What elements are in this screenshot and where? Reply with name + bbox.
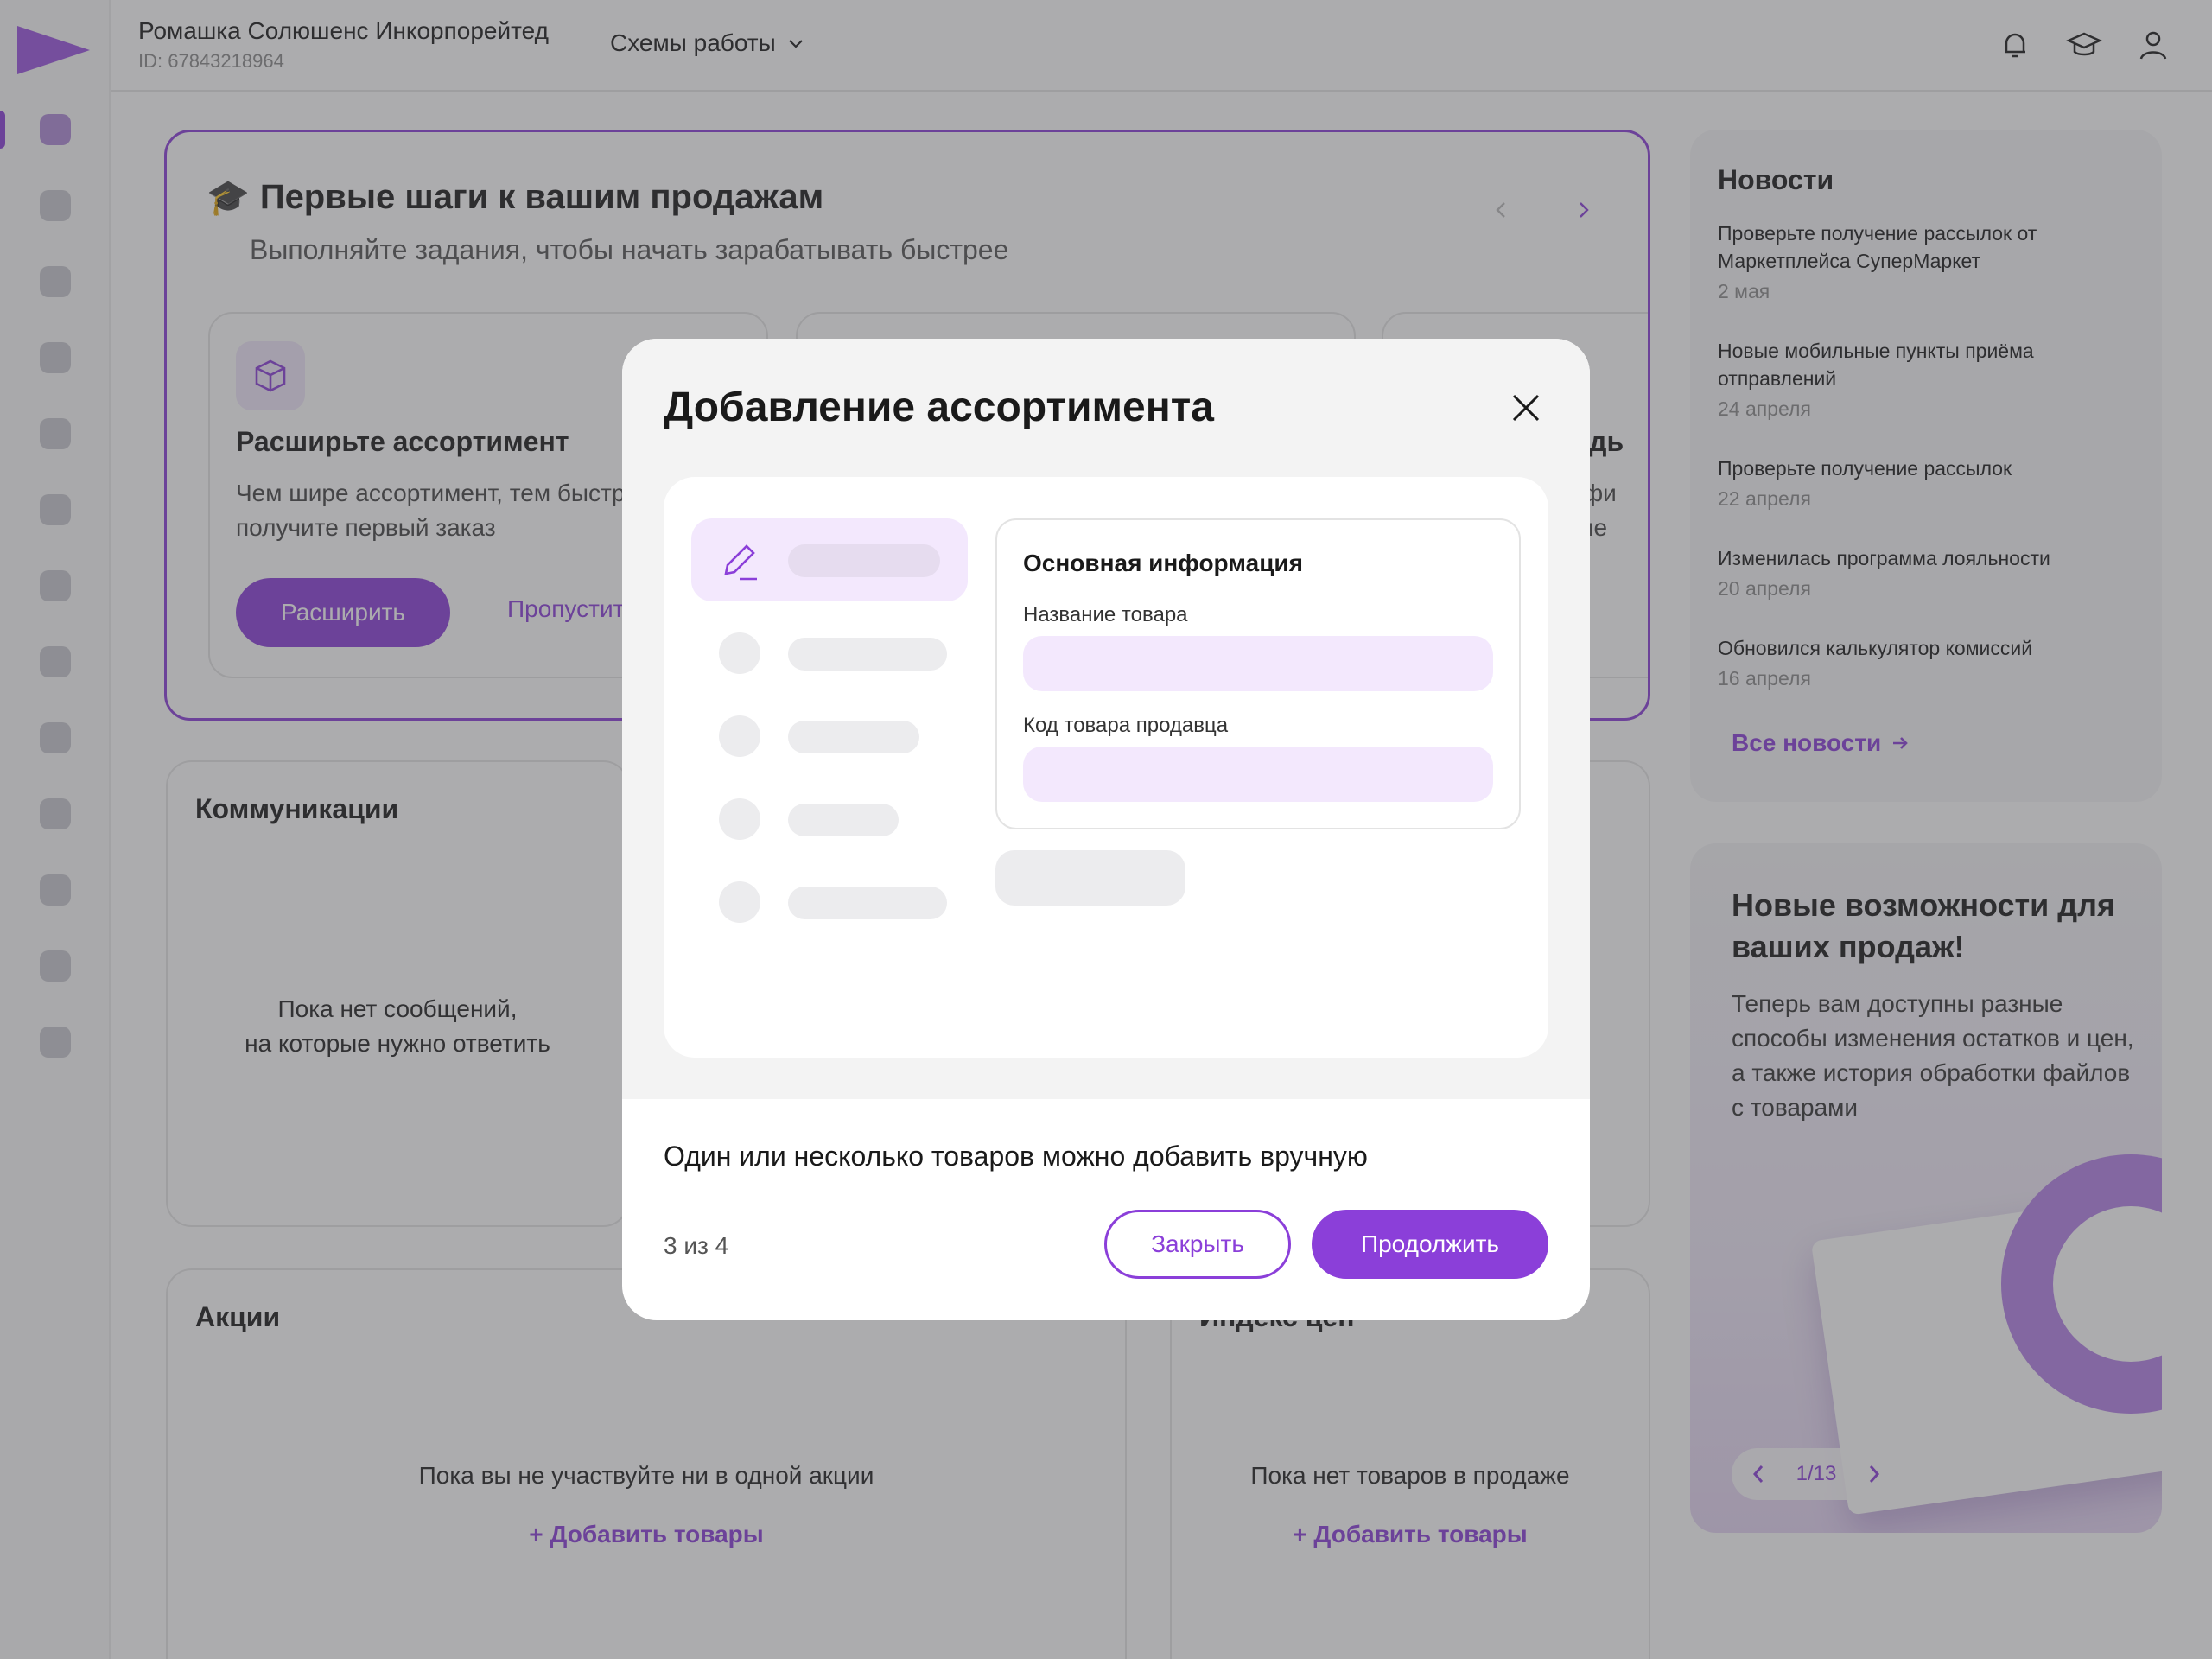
- continue-button[interactable]: Продолжить: [1312, 1210, 1548, 1279]
- illustration-field-label: Код товара продавца: [1023, 714, 1229, 737]
- close-icon[interactable]: [1503, 385, 1548, 430]
- illustration-field-label: Название товара: [1023, 603, 1188, 626]
- illustration-placeholder: [788, 721, 919, 753]
- illustration-field: [1023, 747, 1493, 802]
- modal-title: Добавление ассортимента: [664, 385, 1214, 430]
- modal-description: Один или несколько товаров можно добавит…: [664, 1141, 1368, 1172]
- illustration-form-title: Основная информация: [1023, 550, 1303, 576]
- close-button[interactable]: Закрыть: [1104, 1210, 1291, 1279]
- illustration-placeholder: [719, 798, 760, 840]
- illustration-field: [1023, 636, 1493, 691]
- illustration-placeholder: [788, 544, 940, 577]
- illustration-placeholder: [995, 850, 1185, 906]
- illustration-placeholder: [788, 638, 947, 671]
- illustration-placeholder: [719, 881, 760, 923]
- illustration-placeholder: [788, 887, 947, 919]
- modal-step-counter: 3 из 4: [664, 1232, 729, 1259]
- illustration-placeholder: [719, 632, 760, 674]
- add-assortment-modal: Добавление ассортимента Основная информа…: [622, 339, 1590, 1320]
- illustration-form: Основная информация Название товара Код …: [995, 518, 1521, 830]
- pencil-icon: [724, 544, 757, 581]
- modal-illustration: Основная информация Название товара Код …: [664, 477, 1548, 1058]
- illustration-placeholder: [788, 804, 899, 836]
- illustration-placeholder: [719, 715, 760, 757]
